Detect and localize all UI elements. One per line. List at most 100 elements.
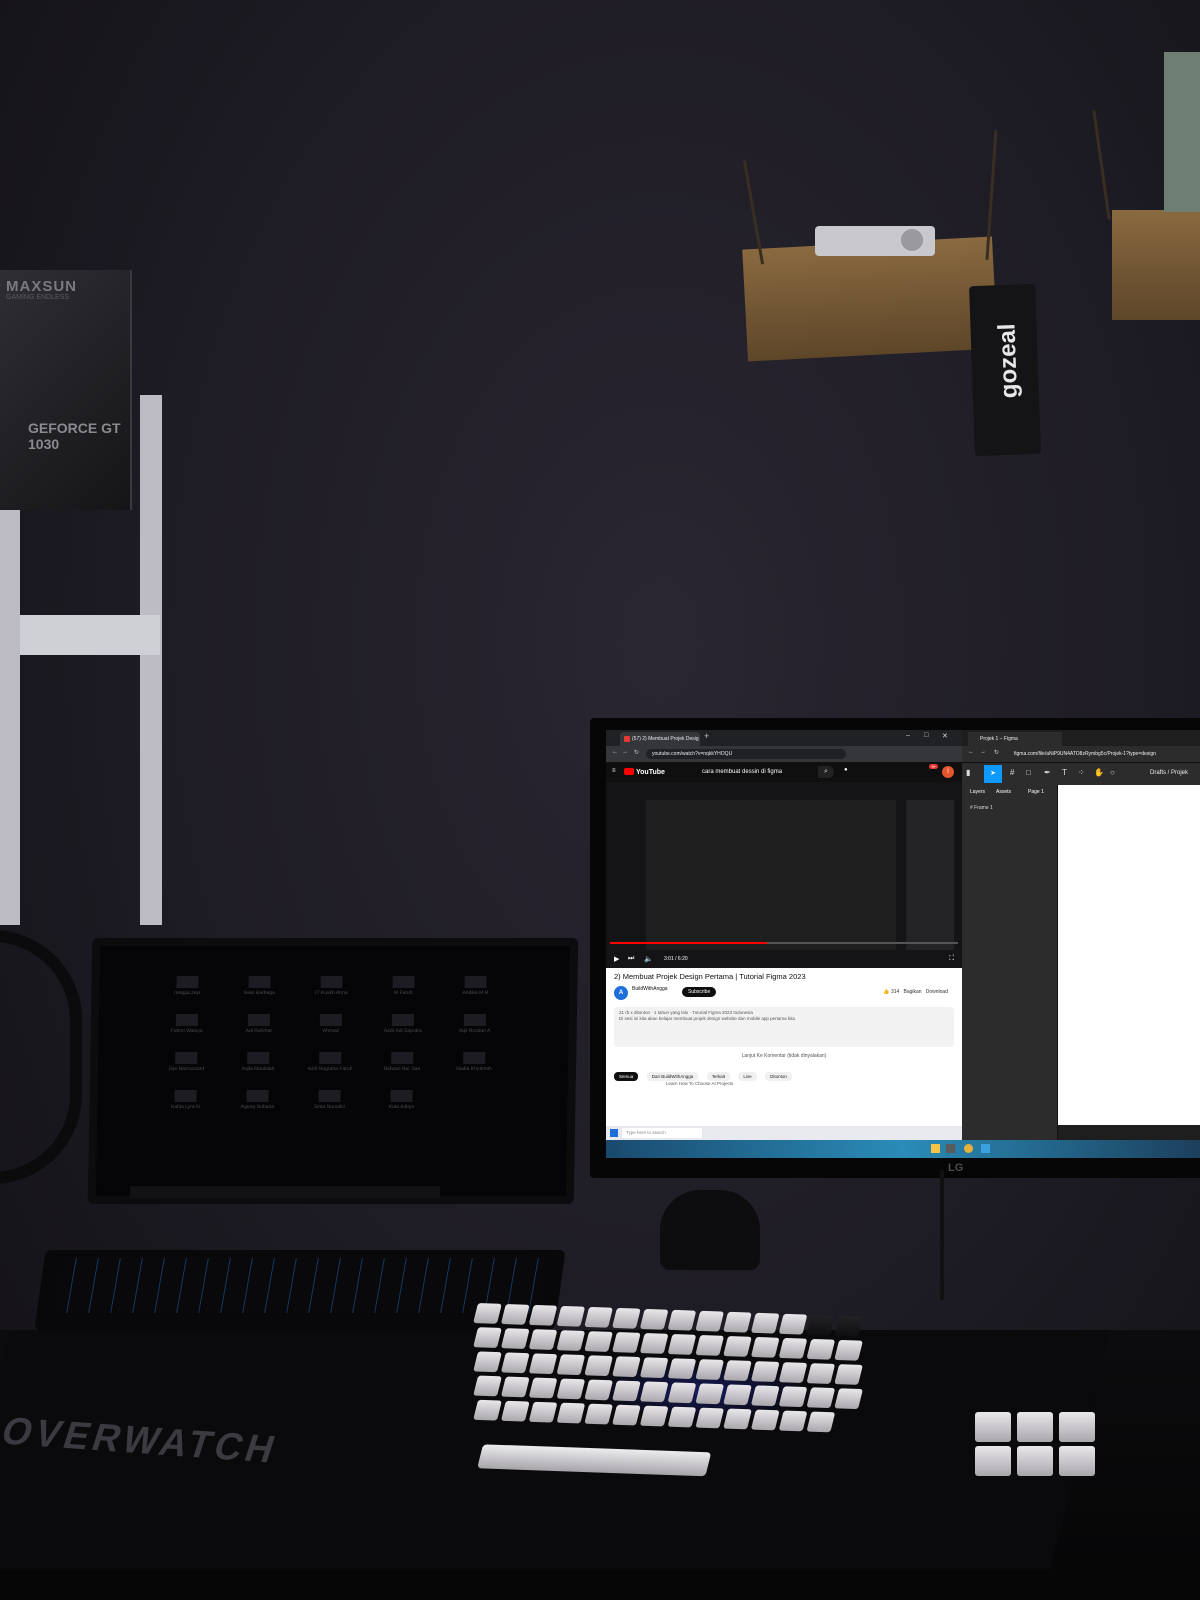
taskbar-search-input[interactable]: Type here to search (622, 1128, 702, 1138)
participant-tile: Adi Rahmat (225, 1014, 292, 1044)
chip-live[interactable]: Live (738, 1072, 757, 1081)
taskbar-app-icon[interactable] (931, 1144, 940, 1153)
gpu-model: GEFORCE GT 1030 (28, 420, 121, 452)
back-icon[interactable]: ← (968, 749, 974, 755)
keyboard-nav-cluster (975, 1412, 1105, 1482)
chip-terkait[interactable]: Terkait (706, 1072, 730, 1081)
chrome-address-bar[interactable]: youtube.com/watch?v=nqkkYHOQU (646, 749, 846, 759)
chip-ditonton[interactable]: Ditonton (765, 1072, 792, 1081)
chip-semua[interactable]: Semua (614, 1072, 639, 1081)
video-player[interactable]: ▶ ⏭ 🔈 3:01 / 6:20 ⛶ (606, 782, 962, 968)
participant-video-icon (247, 1014, 270, 1026)
frame-1-artboard[interactable] (1058, 785, 1200, 1125)
shelf-post (140, 395, 162, 925)
comments-notice: Lanjut Ke Komentar (tidak dinyalakan) (741, 1053, 827, 1059)
reload-icon[interactable]: ↻ (634, 749, 639, 756)
chrome-tab-youtube[interactable]: (57) 2) Membuat Projek Desig (620, 732, 700, 746)
tab-assets[interactable]: Assets (996, 789, 1011, 795)
gpu-box: MAXSUN GAMING ENDLESS GEFORCE GT 1030 (0, 270, 132, 510)
taskbar-app-icon[interactable] (981, 1144, 990, 1153)
taskbar-app-icon[interactable] (946, 1144, 955, 1153)
figma-toolbar-browser: ← → ↻ figma.com/file/aNiP9UN4ATO8zRymbg5… (962, 746, 1200, 763)
video-description[interactable]: 21 rb x ditonton · 1 tahun yang lalu · T… (614, 1007, 954, 1047)
participant-name: Ridwan Nur Sae (383, 1066, 421, 1072)
frame-tool-icon[interactable]: # (1010, 768, 1014, 777)
keycap (584, 1379, 614, 1401)
keycap (975, 1412, 1011, 1442)
avatar[interactable]: I (942, 766, 954, 778)
search-icon[interactable]: ⌕ (818, 766, 834, 778)
volume-icon[interactable]: 🔈 (644, 955, 653, 963)
keycap (750, 1361, 780, 1382)
participant-name: Azril Nugraha Faruh (307, 1066, 353, 1072)
progress-bar[interactable] (610, 942, 958, 944)
chrome-window: (57) 2) Membuat Projek Desig + – □ ✕ ← →… (606, 730, 962, 1140)
figma-address-bar[interactable]: figma.com/file/aNiP9UN4ATO8zRymbg5c/Proj… (1014, 749, 1200, 759)
shape-tool-icon[interactable]: □ (1026, 768, 1031, 777)
fullscreen-icon[interactable]: ⛶ (949, 955, 954, 963)
next-icon[interactable]: ⏭ (628, 955, 634, 963)
figma-tab[interactable]: Projek 1 – Figma (968, 732, 1062, 746)
keycap (584, 1331, 613, 1352)
frame-icon: # (970, 805, 973, 811)
like-icon[interactable]: 👍 (883, 989, 889, 995)
gozeal-tag: gozeal (969, 283, 1041, 457)
monitor-screen: (57) 2) Membuat Projek Desig + – □ ✕ ← →… (606, 730, 1200, 1158)
participant-name: M Faruh (393, 990, 413, 996)
maximize-icon[interactable]: □ (924, 732, 928, 739)
mic-icon[interactable]: ● (844, 767, 848, 773)
file-breadcrumb[interactable]: Drafts / Projek (1150, 770, 1188, 776)
channel-name[interactable]: BuildWithAngga (632, 986, 668, 992)
participant-name: rangga.zayr (174, 990, 201, 996)
youtube-logo[interactable]: YouTube (624, 768, 665, 776)
like-count: 314 (890, 989, 900, 995)
subscribe-button[interactable]: Subscribe (682, 987, 717, 997)
forward-icon[interactable]: → (980, 749, 986, 755)
back-icon[interactable]: ← (612, 749, 618, 755)
close-icon[interactable]: ✕ (942, 732, 948, 740)
figma-tabstrip: Projek 1 – Figma (962, 730, 1200, 746)
video-frame-panel (906, 800, 954, 950)
keycap (806, 1314, 836, 1336)
minimize-icon[interactable]: – (906, 732, 910, 739)
channel-avatar[interactable]: A (614, 986, 628, 1000)
download-button[interactable]: Download (926, 989, 948, 995)
chip-channel[interactable]: Dari BuildWithAngga (646, 1072, 699, 1081)
figma-menu-icon[interactable]: ▮ (966, 768, 970, 777)
play-icon[interactable]: ▶ (614, 955, 619, 963)
keycap (639, 1308, 669, 1330)
move-tool-icon[interactable]: ➤ (984, 765, 1002, 783)
figma-canvas[interactable] (1058, 785, 1200, 1140)
pen-tool-icon[interactable]: ✒ (1044, 768, 1051, 777)
participant-tile: Fahmi Waluyo (153, 1014, 220, 1044)
keycap (778, 1410, 808, 1432)
keycap (556, 1305, 586, 1327)
windows-start-icon[interactable] (610, 1129, 618, 1137)
keycap (1059, 1446, 1095, 1476)
participant-tile: Azril Nugraha Faruh (297, 1052, 364, 1082)
reload-icon[interactable]: ↻ (994, 749, 999, 756)
participant-video-icon (246, 1090, 269, 1102)
chrome-taskbar-icon[interactable] (964, 1144, 973, 1153)
tab-layers[interactable]: Layers (970, 789, 985, 795)
text-tool-icon[interactable]: T (1062, 768, 1067, 777)
new-tab-icon[interactable]: + (704, 731, 709, 741)
participant-video-icon (463, 1014, 486, 1026)
keycap (556, 1354, 586, 1376)
participant-video-icon (391, 1014, 414, 1026)
keycap (473, 1351, 502, 1373)
participant-video-icon (392, 976, 415, 988)
forward-icon[interactable]: → (622, 749, 628, 755)
page-selector[interactable]: Page 1 (1028, 789, 1044, 795)
participant-tile: Agung Nobana (224, 1090, 291, 1120)
keycap (723, 1384, 752, 1406)
share-button[interactable]: Bagikan (904, 989, 922, 995)
participant-name: IT Kuskh Abna (315, 990, 348, 996)
resources-icon[interactable]: ⁘ (1078, 768, 1085, 777)
hand-tool-icon[interactable]: ✋ (1094, 768, 1104, 777)
participant-tile: rangga.zayr (154, 976, 221, 1006)
layer-frame-1[interactable]: # Frame 1 (970, 805, 993, 811)
comment-icon[interactable]: ○ (1110, 768, 1115, 777)
menu-icon[interactable]: ≡ (612, 768, 616, 774)
youtube-search-input[interactable]: cara membuat dessin di figma (696, 766, 824, 778)
